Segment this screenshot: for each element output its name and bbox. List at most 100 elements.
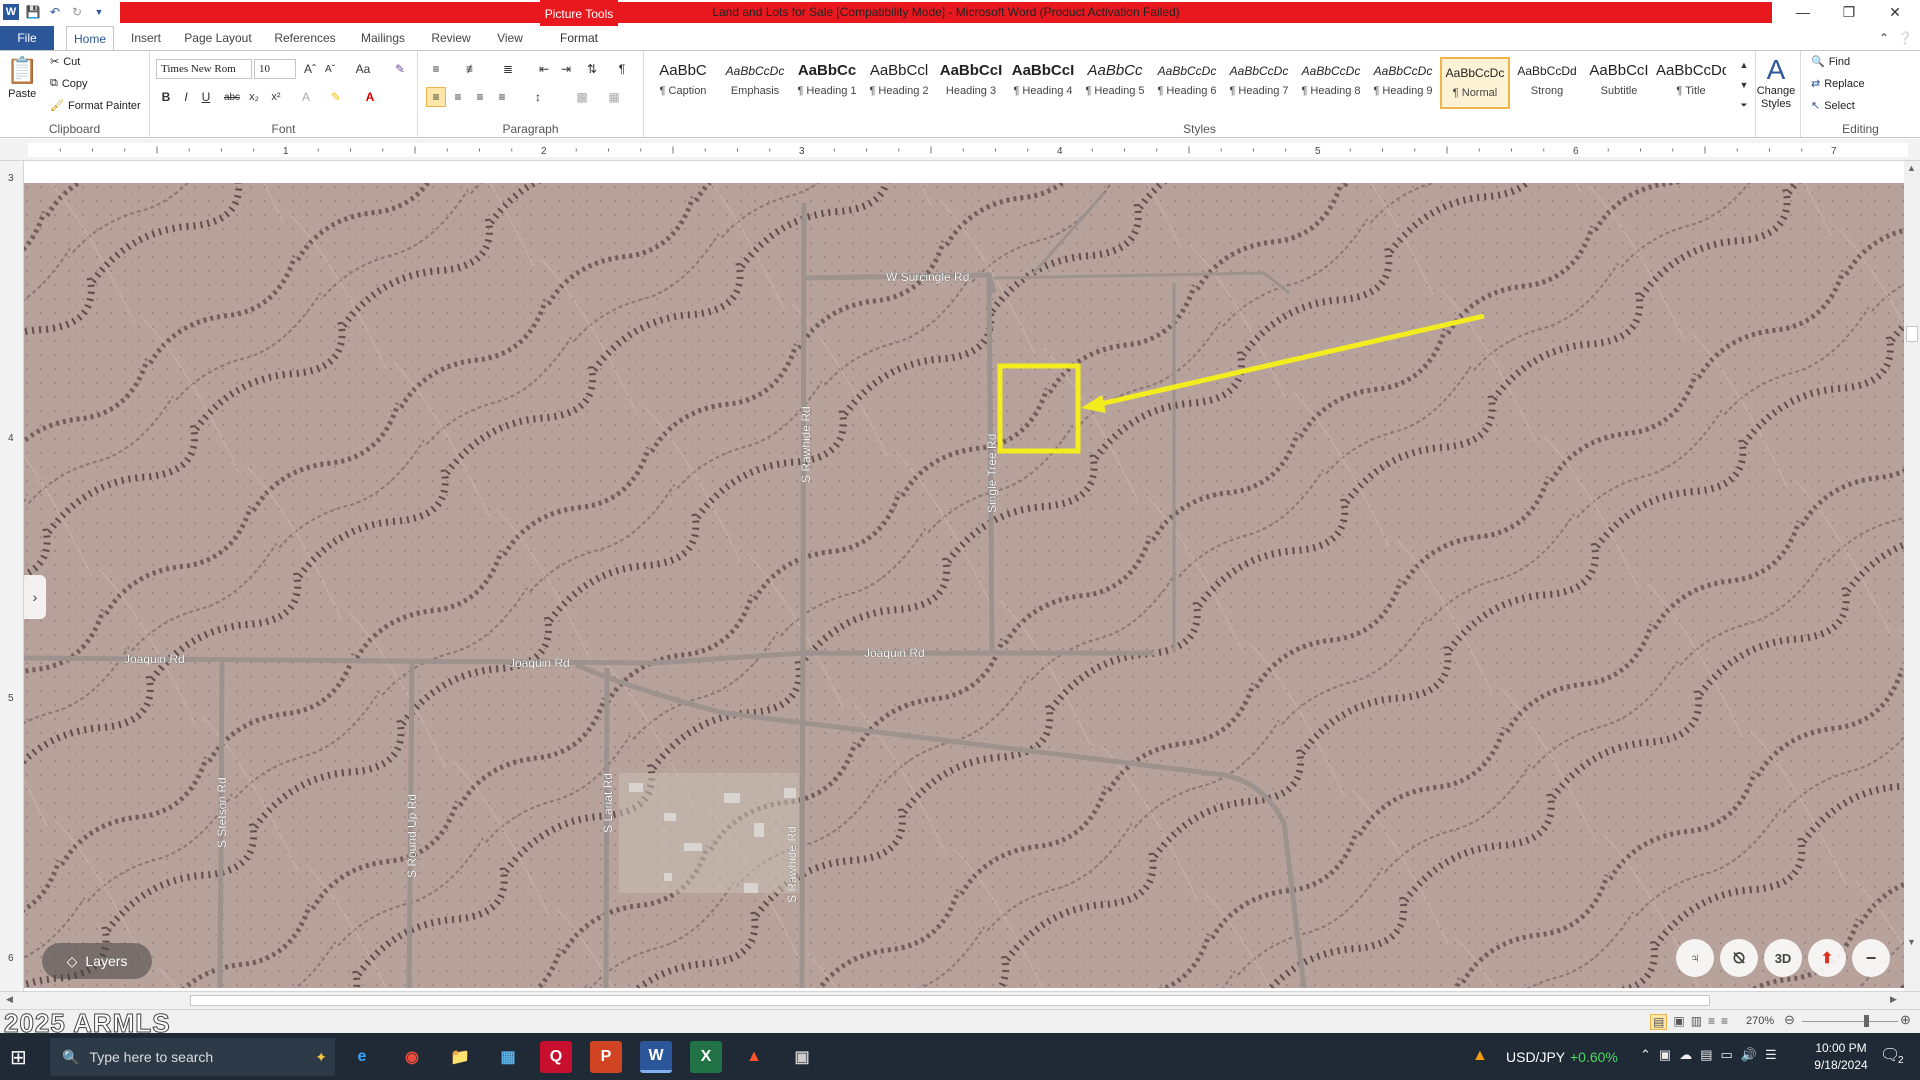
tray-expand-icon[interactable]: ⌃: [1640, 1047, 1651, 1063]
style-title[interactable]: AaBbCcDdI ¶ Title: [1656, 57, 1726, 109]
tab-review[interactable]: Review: [426, 26, 476, 50]
grow-font-icon[interactable]: Aˆ: [300, 59, 320, 79]
tab-view[interactable]: View: [488, 26, 532, 50]
minimize-icon[interactable]: —: [1780, 0, 1826, 24]
map-side-panel-toggle-icon[interactable]: ›: [24, 575, 46, 619]
style-heading-3[interactable]: AaBbCcI Heading 3: [936, 57, 1006, 109]
tray-app-icon[interactable]: ▣: [1659, 1047, 1671, 1063]
shading-icon[interactable]: ▩: [572, 87, 592, 107]
tab-insert[interactable]: Insert: [126, 26, 166, 50]
align-left-icon[interactable]: ≡: [426, 87, 446, 107]
style-emphasis[interactable]: AaBbCcDc Emphasis: [720, 57, 790, 109]
numbering-icon[interactable]: ≢: [462, 59, 482, 79]
tray-network-monitor-icon[interactable]: ▤: [1700, 1047, 1712, 1063]
app-icon[interactable]: ▦: [492, 1041, 524, 1073]
font-color-icon[interactable]: A: [360, 87, 380, 107]
windows-start-icon[interactable]: ⊞: [10, 1045, 27, 1070]
tab-home[interactable]: Home: [66, 26, 114, 50]
tab-format[interactable]: Format: [540, 26, 618, 50]
powerpoint-icon[interactable]: P: [590, 1041, 622, 1073]
bullets-icon[interactable]: ≡: [426, 59, 446, 79]
change-styles-button[interactable]: A Change Styles: [1756, 55, 1796, 111]
zoom-in-status-icon[interactable]: ⊕: [1900, 1012, 1911, 1028]
borders-icon[interactable]: ▦: [604, 87, 624, 107]
horizontal-ruler[interactable]: 1 2 3 4 5 6 7: [0, 139, 1920, 161]
show-formatting-icon[interactable]: ¶: [612, 59, 632, 79]
restore-icon[interactable]: ❐: [1826, 0, 1872, 24]
scroll-up-icon[interactable]: ▲: [1907, 163, 1916, 173]
file-explorer-icon[interactable]: 📁: [444, 1041, 476, 1073]
highlight-icon[interactable]: ✎: [326, 87, 346, 107]
vertical-scroll-thumb[interactable]: [1906, 326, 1918, 342]
quicken-icon[interactable]: Q: [540, 1041, 572, 1073]
ticker-symbol[interactable]: USD/JPY: [1506, 1049, 1565, 1065]
subscript-icon[interactable]: x₂: [244, 87, 264, 107]
zoom-out-status-icon[interactable]: ⊖: [1784, 1012, 1795, 1028]
styles-scroll-up-icon[interactable]: ▲: [1734, 55, 1754, 75]
style-subtitle[interactable]: AaBbCcI Subtitle: [1584, 57, 1654, 109]
vertical-scrollbar[interactable]: ▲ ▼: [1904, 161, 1920, 991]
tray-wifi-icon[interactable]: ☰: [1765, 1047, 1777, 1063]
view-3d-button[interactable]: 3D: [1764, 939, 1802, 977]
print-layout-view-icon[interactable]: ▤: [1650, 1014, 1668, 1030]
ribbon-collapse-icon[interactable]: ⌃: [1876, 26, 1892, 50]
style-heading-9[interactable]: AaBbCcDc ¶ Heading 9: [1368, 57, 1438, 109]
zoom-slider-thumb[interactable]: [1864, 1015, 1869, 1027]
draft-view-icon[interactable]: ≡: [1721, 1014, 1728, 1030]
font-size-dropdown[interactable]: 10: [254, 59, 296, 79]
multilevel-list-icon[interactable]: ≣: [498, 59, 518, 79]
change-case-button[interactable]: Aa: [348, 59, 378, 79]
styles-scroll-down-icon[interactable]: ▼: [1734, 75, 1754, 95]
decrease-indent-icon[interactable]: ⇤: [534, 59, 554, 79]
replace-button[interactable]: ⇄ Replace: [1811, 77, 1865, 91]
bold-icon[interactable]: B: [156, 87, 176, 107]
style-heading-4[interactable]: AaBbCcI ¶ Heading 4: [1008, 57, 1078, 109]
text-effects-icon[interactable]: A: [296, 87, 316, 107]
redo-icon[interactable]: ↻: [69, 4, 85, 20]
edge-icon[interactable]: e: [346, 1041, 378, 1073]
chrome-icon[interactable]: ◉: [396, 1041, 428, 1073]
tab-page-layout[interactable]: Page Layout: [180, 26, 256, 50]
taskbar-search-box[interactable]: 🔍 Type here to search ✦: [50, 1038, 335, 1076]
style-heading-2[interactable]: AaBbCcl ¶ Heading 2: [864, 57, 934, 109]
vertical-ruler[interactable]: 3 4 5 6: [0, 161, 24, 991]
tilt-toggle-icon[interactable]: ⦰: [1720, 939, 1758, 977]
shrink-font-icon[interactable]: Aˇ: [320, 59, 340, 79]
tab-file[interactable]: File: [0, 26, 54, 50]
compass-icon[interactable]: ⬆: [1808, 939, 1846, 977]
align-center-icon[interactable]: ≡: [448, 87, 468, 107]
clock[interactable]: 10:00 PM 9/18/2024: [1806, 1040, 1876, 1074]
street-view-pegman-icon[interactable]: ♃: [1676, 939, 1714, 977]
zoom-out-icon[interactable]: −: [1852, 939, 1890, 977]
clear-formatting-icon[interactable]: ✎: [390, 59, 410, 79]
brave-icon[interactable]: ▲: [738, 1041, 770, 1073]
increase-indent-icon[interactable]: ⇥: [556, 59, 576, 79]
find-button[interactable]: 🔍 Find: [1811, 55, 1850, 69]
sort-icon[interactable]: ⇅: [582, 59, 602, 79]
format-painter-button[interactable]: 🖌 Format Painter: [50, 99, 141, 113]
outline-view-icon[interactable]: ≡: [1708, 1014, 1715, 1030]
customize-qat-icon[interactable]: ▼: [91, 4, 107, 20]
style-strong[interactable]: AaBbCcDd Strong: [1512, 57, 1582, 109]
cut-button[interactable]: ✂ Cut: [50, 55, 80, 69]
scroll-down-icon[interactable]: ▼: [1907, 937, 1916, 947]
italic-icon[interactable]: I: [176, 87, 196, 107]
undo-icon[interactable]: ↶: [47, 4, 63, 20]
style-normal[interactable]: AaBbCcDc ¶ Normal: [1440, 57, 1510, 109]
style-heading-8[interactable]: AaBbCcDc ¶ Heading 8: [1296, 57, 1366, 109]
aerial-map-image[interactable]: W Surcingle Rd S Rawhide Rd Single Tree …: [24, 183, 1904, 988]
help-icon[interactable]: ❔: [1896, 26, 1914, 50]
justify-icon[interactable]: ≡: [492, 87, 512, 107]
close-icon[interactable]: ✕: [1872, 0, 1918, 24]
underline-icon[interactable]: U: [196, 87, 216, 107]
word-taskbar-icon[interactable]: W: [640, 1041, 672, 1073]
style-caption[interactable]: AaBbC ¶ Caption: [648, 57, 718, 109]
style-heading-6[interactable]: AaBbCcDc ¶ Heading 6: [1152, 57, 1222, 109]
superscript-icon[interactable]: x²: [266, 87, 286, 107]
font-name-dropdown[interactable]: Times New Rom: [156, 59, 252, 79]
zoom-slider[interactable]: [1802, 1021, 1898, 1022]
tray-volume-icon[interactable]: 🔊: [1741, 1047, 1757, 1063]
save-icon[interactable]: 💾: [25, 4, 41, 20]
paste-button[interactable]: 📋 Paste: [6, 55, 38, 100]
app-window-icon[interactable]: ▣: [786, 1041, 818, 1073]
